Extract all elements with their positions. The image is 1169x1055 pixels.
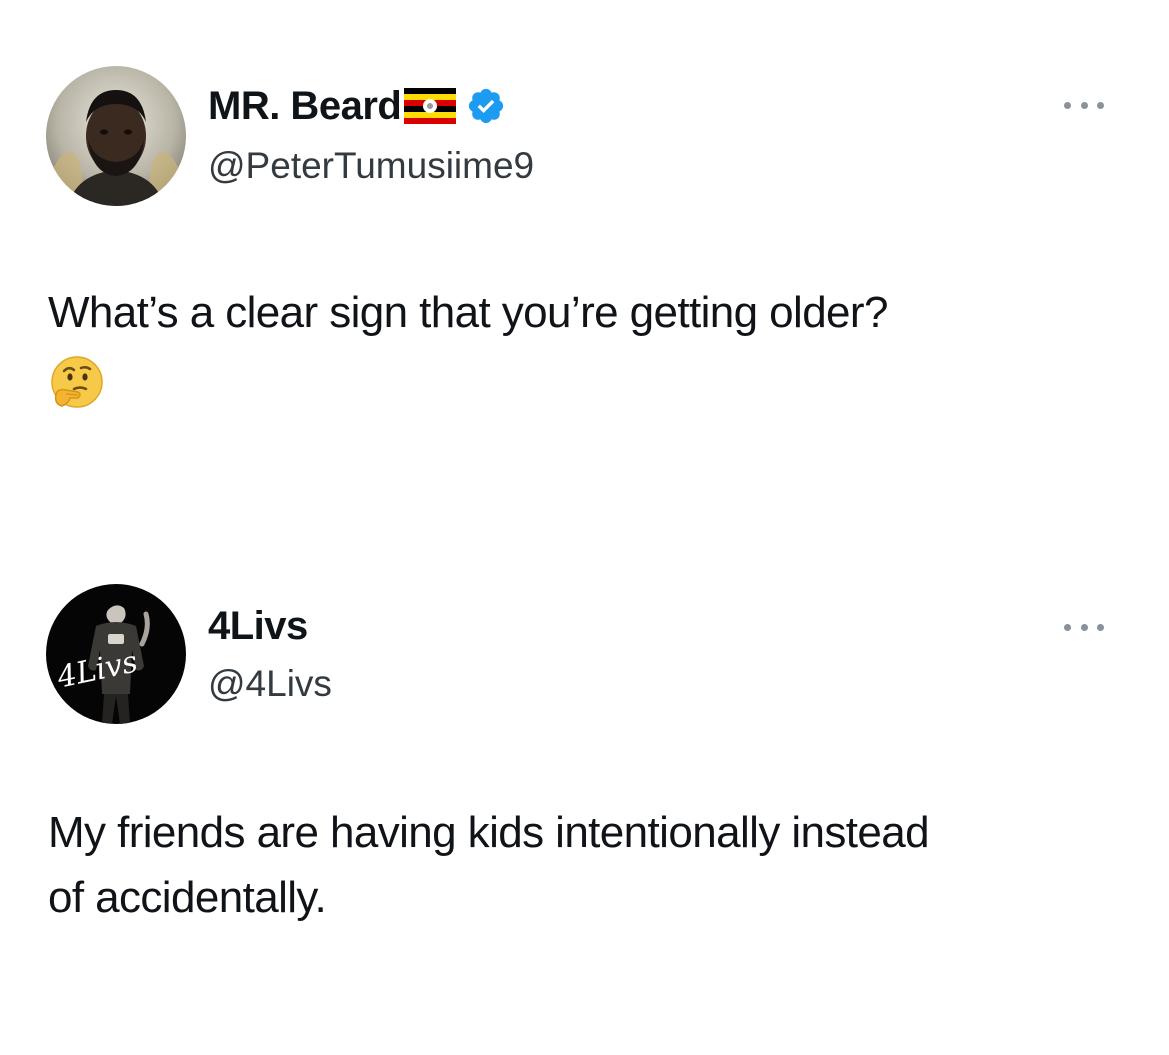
author-name-row: 4Livs (208, 602, 308, 650)
dot-icon (1080, 101, 1088, 109)
tweet-text: My friends are having kids intentionally… (48, 808, 930, 922)
author-handle[interactable]: @PeterTumusiime9 (208, 142, 534, 190)
thinking-face-emoji-icon (48, 354, 106, 412)
author-handle[interactable]: @4Livs (208, 660, 332, 708)
more-options-icon[interactable] (1064, 98, 1104, 112)
more-options-icon[interactable] (1064, 620, 1104, 634)
dot-icon (1064, 101, 1071, 109)
display-name[interactable]: 4Livs (208, 602, 308, 650)
author-name-row: MR. Beard (208, 82, 506, 130)
dot-icon (1097, 101, 1104, 109)
avatar[interactable] (46, 66, 186, 206)
uganda-flag-icon (404, 88, 457, 124)
avatar-photo-icon (46, 66, 186, 206)
dot-icon (1064, 623, 1071, 631)
dot-icon (1080, 623, 1088, 631)
dot-icon (1097, 623, 1104, 631)
verified-badge-icon (466, 86, 506, 126)
tweet-text: What’s a clear sign that you’re getting … (48, 288, 888, 337)
avatar[interactable]: 4Livs (46, 584, 186, 724)
avatar-photo-icon: 4Livs (46, 584, 186, 724)
display-name[interactable]: MR. Beard (208, 82, 402, 130)
